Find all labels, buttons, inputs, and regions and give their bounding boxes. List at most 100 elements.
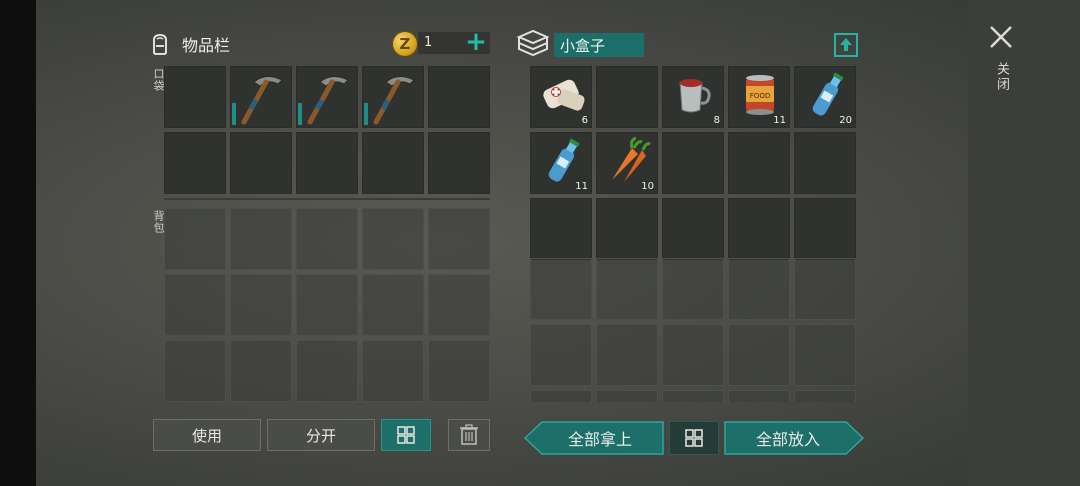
container-grid: 6 8 FOOD 11 20 11 10 bbox=[530, 66, 856, 260]
pickaxe-icon bbox=[307, 76, 349, 125]
take-all-label: 全部拿上 bbox=[567, 430, 632, 449]
container-slot[interactable] bbox=[794, 198, 856, 260]
mug-icon bbox=[679, 79, 711, 113]
pocket-slot[interactable] bbox=[296, 66, 358, 128]
pocket-slot[interactable] bbox=[164, 66, 226, 128]
use-button[interactable]: 使用 bbox=[153, 419, 261, 451]
backpack-slot[interactable] bbox=[296, 340, 358, 402]
add-coins-button[interactable]: + bbox=[464, 29, 488, 55]
container-slot[interactable] bbox=[662, 324, 724, 386]
right-panel bbox=[968, 0, 1080, 486]
sort-inventory-button[interactable] bbox=[381, 419, 431, 451]
container-title: 小盒子 bbox=[554, 33, 644, 57]
backpack-slot[interactable] bbox=[428, 340, 490, 402]
container-slot[interactable] bbox=[530, 258, 592, 320]
pocket-slot[interactable] bbox=[362, 66, 424, 128]
container-slot[interactable] bbox=[728, 198, 790, 260]
grid-sort-icon bbox=[397, 426, 415, 444]
item-count: 20 bbox=[839, 115, 852, 126]
container-slot[interactable] bbox=[530, 324, 592, 386]
container-slot[interactable] bbox=[662, 132, 724, 194]
container-slot[interactable] bbox=[794, 132, 856, 194]
container-slot[interactable]: FOOD 11 bbox=[728, 66, 790, 128]
grid-sort-icon bbox=[685, 429, 703, 447]
pocket-slot[interactable] bbox=[428, 66, 490, 128]
sort-container-button[interactable] bbox=[669, 421, 719, 455]
backpack-slot[interactable] bbox=[362, 340, 424, 402]
close-icon[interactable] bbox=[988, 24, 1014, 50]
trash-icon bbox=[460, 424, 478, 445]
inventory-title: 物品栏 bbox=[182, 36, 231, 55]
container-grid-lower bbox=[530, 258, 856, 402]
backpack-icon bbox=[153, 33, 167, 55]
trash-button[interactable] bbox=[448, 419, 490, 451]
container-slot[interactable] bbox=[596, 258, 658, 320]
coin-count: 1 bbox=[424, 35, 433, 50]
put-all-label: 全部放入 bbox=[755, 430, 820, 449]
water-bottle-icon bbox=[548, 138, 580, 182]
pocket-divider bbox=[164, 198, 490, 200]
container-slot[interactable] bbox=[662, 390, 724, 402]
container-slot[interactable] bbox=[596, 390, 658, 402]
container-slot[interactable] bbox=[596, 324, 658, 386]
container-slot[interactable]: 20 bbox=[794, 66, 856, 128]
container-slot[interactable] bbox=[794, 258, 856, 320]
pocket-grid bbox=[164, 66, 490, 194]
coin-icon: Z bbox=[392, 31, 418, 57]
pocket-slot[interactable] bbox=[362, 132, 424, 194]
canned-food-icon: FOOD bbox=[746, 75, 774, 115]
container-slot[interactable] bbox=[662, 258, 724, 320]
container-slot[interactable] bbox=[794, 390, 856, 402]
item-count: 11 bbox=[575, 181, 588, 192]
put-all-button[interactable]: 全部放入 bbox=[724, 421, 864, 455]
container-slot[interactable] bbox=[728, 390, 790, 402]
bandage-icon bbox=[543, 79, 585, 111]
container-slot[interactable] bbox=[794, 324, 856, 386]
split-button[interactable]: 分开 bbox=[267, 419, 375, 451]
container-slot[interactable]: 8 bbox=[662, 66, 724, 128]
container-slot[interactable] bbox=[728, 258, 790, 320]
backpack-slot[interactable] bbox=[230, 274, 292, 336]
backpack-slot[interactable] bbox=[230, 340, 292, 402]
container-slot[interactable]: 11 bbox=[530, 132, 592, 194]
pocket-slot[interactable] bbox=[230, 66, 292, 128]
container-slot[interactable] bbox=[530, 198, 592, 260]
take-all-button[interactable]: 全部拿上 bbox=[524, 421, 664, 455]
backpack-slot[interactable] bbox=[362, 274, 424, 336]
pickaxe-icon bbox=[241, 76, 283, 125]
container-slot[interactable]: 6 bbox=[530, 66, 592, 128]
backpack-slot[interactable] bbox=[362, 208, 424, 270]
upload-button[interactable] bbox=[834, 33, 858, 57]
container-slot[interactable] bbox=[596, 198, 658, 260]
svg-text:FOOD: FOOD bbox=[750, 92, 770, 100]
container-slot[interactable] bbox=[728, 132, 790, 194]
item-count: 6 bbox=[581, 115, 588, 126]
container-slot[interactable] bbox=[596, 66, 658, 128]
item-count: 11 bbox=[773, 115, 786, 126]
pocket-slot[interactable] bbox=[296, 132, 358, 194]
pocket-slot[interactable] bbox=[164, 132, 226, 194]
backpack-slot[interactable] bbox=[296, 208, 358, 270]
container-slot[interactable]: 10 bbox=[596, 132, 658, 194]
backpack-slot[interactable] bbox=[230, 208, 292, 270]
backpack-grid bbox=[164, 208, 490, 402]
backpack-slot[interactable] bbox=[164, 208, 226, 270]
left-edge bbox=[0, 0, 36, 486]
backpack-slot[interactable] bbox=[164, 340, 226, 402]
upload-icon bbox=[840, 38, 852, 51]
container-slot[interactable] bbox=[662, 198, 724, 260]
container-slot[interactable] bbox=[728, 324, 790, 386]
item-count: 10 bbox=[641, 181, 654, 192]
pocket-slot[interactable] bbox=[428, 132, 490, 194]
backpack-slot[interactable] bbox=[428, 208, 490, 270]
inventory-header: 物品栏 bbox=[148, 32, 230, 56]
item-count: 8 bbox=[713, 115, 720, 126]
backpack-slot[interactable] bbox=[296, 274, 358, 336]
close-label[interactable]: 关闭 bbox=[992, 62, 1011, 92]
backpack-slot[interactable] bbox=[428, 274, 490, 336]
pickaxe-icon bbox=[373, 76, 415, 125]
container-slot[interactable] bbox=[530, 390, 592, 402]
pocket-slot[interactable] bbox=[230, 132, 292, 194]
backpack-slot[interactable] bbox=[164, 274, 226, 336]
box-icon bbox=[516, 29, 550, 57]
